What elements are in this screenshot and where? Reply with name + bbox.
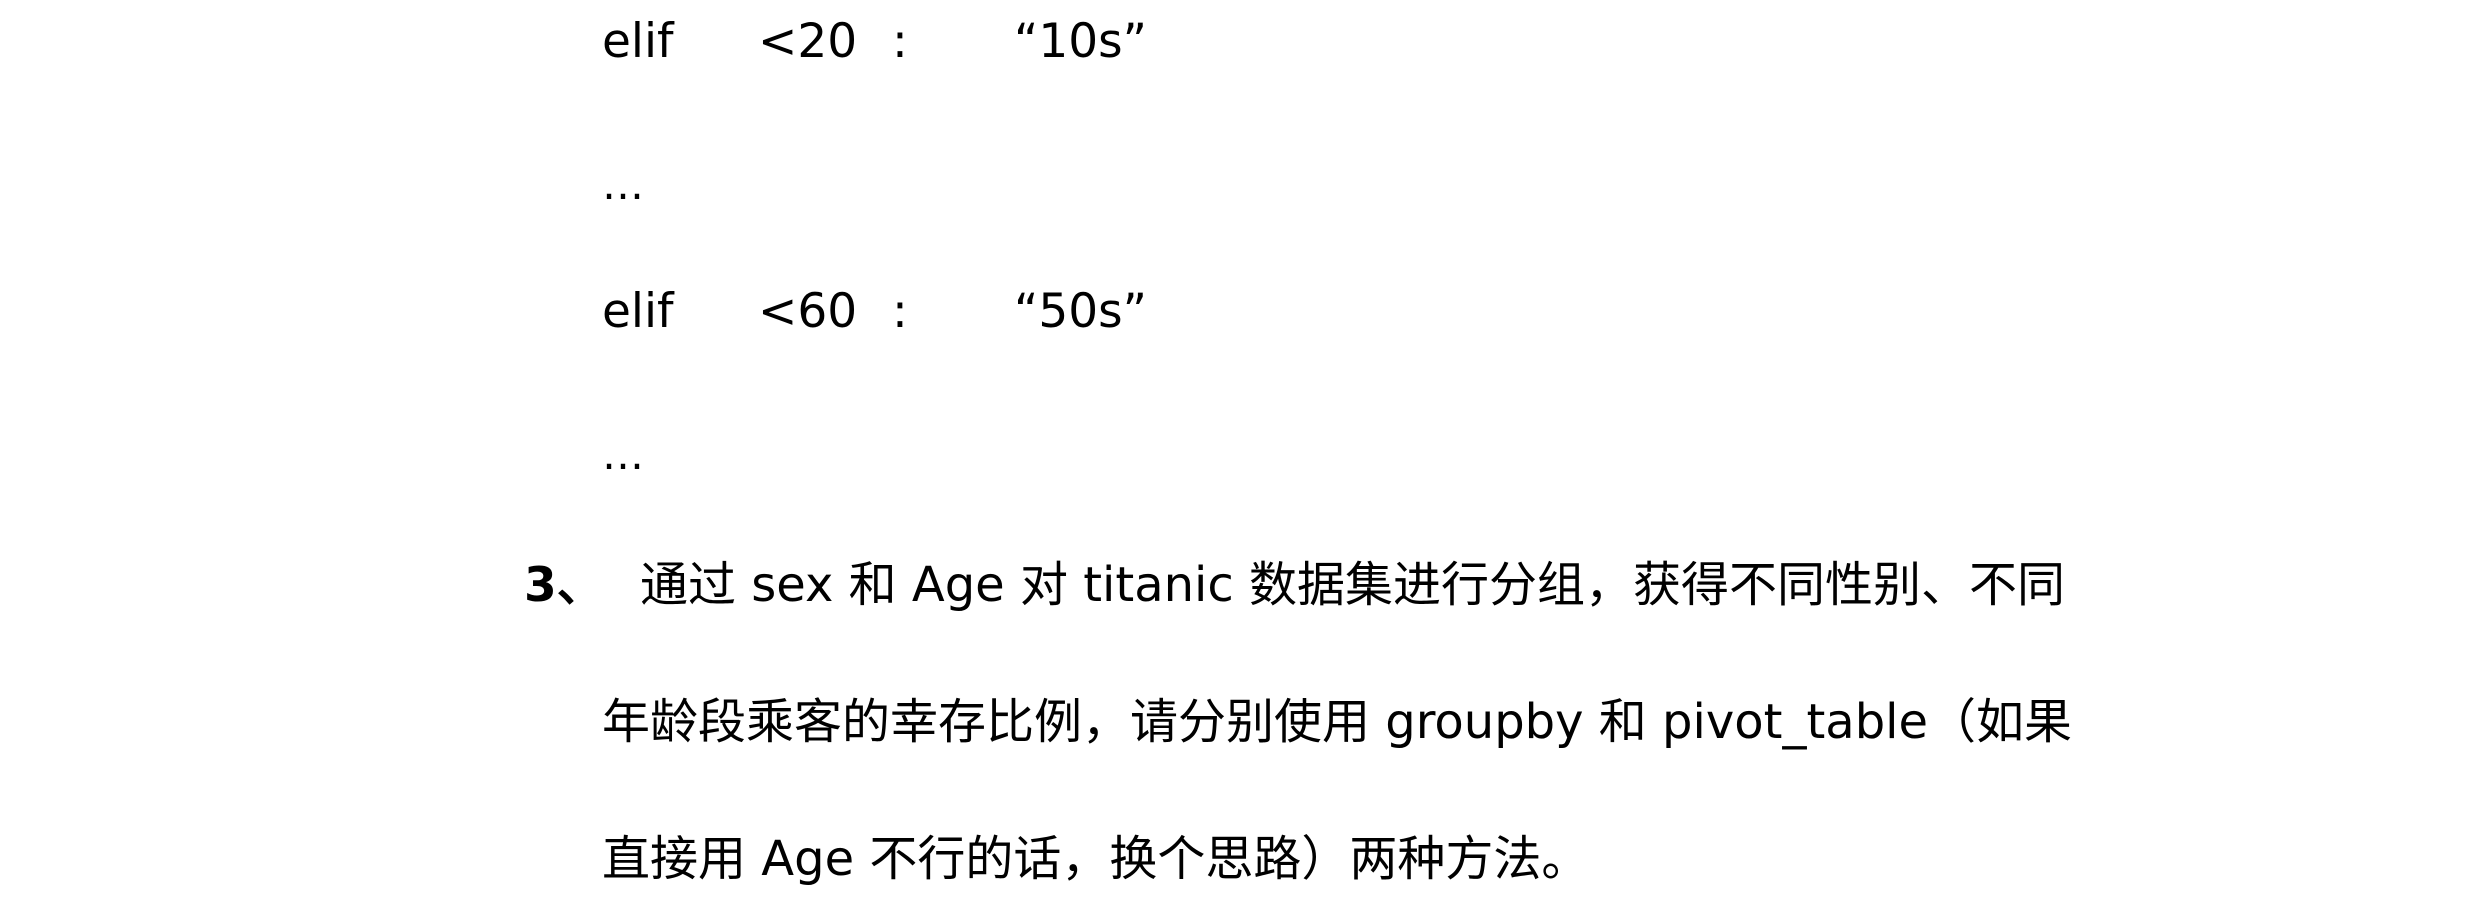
code-keyword: elif [602, 14, 674, 69]
ellipsis-line: … [602, 430, 645, 479]
code-condition: <20 [758, 14, 858, 69]
code-colon: : [892, 14, 908, 69]
code-value: “50s” [1014, 284, 1147, 339]
paragraph-line: 通过 sex 和 Age 对 titanic 数据集进行分组，获得不同性别、不同 [640, 557, 2066, 613]
paragraph-line: 年龄段乘客的幸存比例，请分别使用 groupby 和 pivot_table（如… [602, 694, 2073, 750]
code-value: “10s” [1014, 14, 1147, 69]
list-item-number: 3、 [524, 558, 604, 613]
ellipsis-line: … [602, 160, 645, 209]
code-condition: <60 [758, 284, 858, 339]
code-keyword: elif [602, 284, 674, 339]
code-colon: : [892, 284, 908, 339]
document-page: elif <20 : “10s” … elif <60 : “50s” … 3、… [0, 0, 2476, 922]
paragraph-line: 直接用 Age 不行的话，换个思路）两种方法。 [602, 831, 1590, 887]
